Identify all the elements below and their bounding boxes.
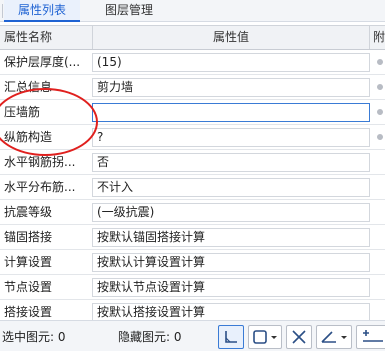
property-name: 汇总信息 — [4, 80, 53, 94]
hidden-count: 隐藏图元: 0 — [118, 330, 182, 344]
select-mode-dropdown[interactable] — [248, 325, 282, 349]
table-row[interactable]: 水平钢筋拐... 否 — [0, 150, 385, 175]
property-value[interactable]: (一级抗震) — [92, 203, 370, 222]
property-value[interactable]: 按默认计算设置计算 — [92, 253, 370, 272]
property-value[interactable]: 按默认节点设置计算 — [92, 278, 370, 297]
selected-count: 选中图元: 0 — [2, 330, 66, 344]
row-extra-marker — [377, 132, 385, 142]
table-row[interactable]: 计算设置 按默认计算设置计算 — [0, 250, 385, 275]
table-row[interactable]: 水平分布筋... 不计入 — [0, 175, 385, 200]
table-row[interactable]: 锚固搭接 按默认锚固搭接计算 — [0, 225, 385, 250]
table-row[interactable]: 抗震等级 (一级抗震) — [0, 200, 385, 225]
property-name: 水平分布筋... — [4, 180, 76, 194]
corner-snap-button[interactable] — [218, 325, 244, 349]
property-table-header: 属性名称 属性值 附 — [0, 25, 385, 50]
property-name: 锚固搭接 — [4, 230, 53, 244]
plus-line-button[interactable] — [356, 325, 385, 349]
table-row[interactable]: 保护层厚度(... (15) — [0, 50, 385, 75]
status-bar: 选中图元: 0 隐藏图元: 0 — [0, 320, 385, 351]
property-value[interactable]: ? — [92, 128, 370, 147]
angle-dropdown[interactable] — [316, 325, 352, 349]
table-row[interactable]: 压墙筋 — [0, 100, 385, 125]
tab-separator — [2, 4, 3, 18]
row-extra-marker — [377, 107, 385, 117]
property-value[interactable]: 按默认锚固搭接计算 — [92, 228, 370, 247]
property-name: 抗震等级 — [4, 205, 53, 219]
plus-line-icon — [363, 330, 383, 342]
property-name: 水平钢筋拐... — [4, 155, 76, 169]
column-header-extra[interactable]: 附 — [373, 26, 385, 49]
table-row[interactable]: 节点设置 按默认节点设置计算 — [0, 275, 385, 300]
property-name: 纵筋构造 — [4, 130, 53, 144]
property-name: 保护层厚度(... — [4, 55, 81, 69]
column-header-name[interactable]: 属性名称 — [4, 26, 90, 49]
property-value-input[interactable] — [92, 103, 370, 122]
table-row[interactable]: 汇总信息 剪力墙 — [0, 75, 385, 100]
column-header-value[interactable]: 属性值 — [92, 26, 370, 49]
cross-icon — [292, 330, 306, 344]
tab-layer-management[interactable]: 图层管理 — [86, 0, 172, 22]
property-value[interactable]: 不计入 — [92, 178, 370, 197]
angle-dropdown-icon — [321, 331, 347, 343]
row-extra-marker — [377, 57, 385, 67]
tab-property-list[interactable]: 属性列表 — [4, 0, 80, 22]
panel-tab-bar: 属性列表 图层管理 — [0, 0, 385, 22]
property-value[interactable]: 否 — [92, 153, 370, 172]
corner-snap-icon — [225, 331, 237, 343]
property-name: 节点设置 — [4, 280, 53, 294]
table-row[interactable]: 纵筋构造 ? — [0, 125, 385, 150]
property-value[interactable]: (15) — [92, 53, 370, 72]
row-extra-marker — [377, 82, 385, 92]
property-value[interactable]: 剪力墙 — [92, 78, 370, 97]
property-name: 计算设置 — [4, 255, 53, 269]
cross-button[interactable] — [286, 325, 312, 349]
square-select-dropdown-icon — [253, 330, 277, 344]
property-name: 压墙筋 — [4, 105, 41, 119]
